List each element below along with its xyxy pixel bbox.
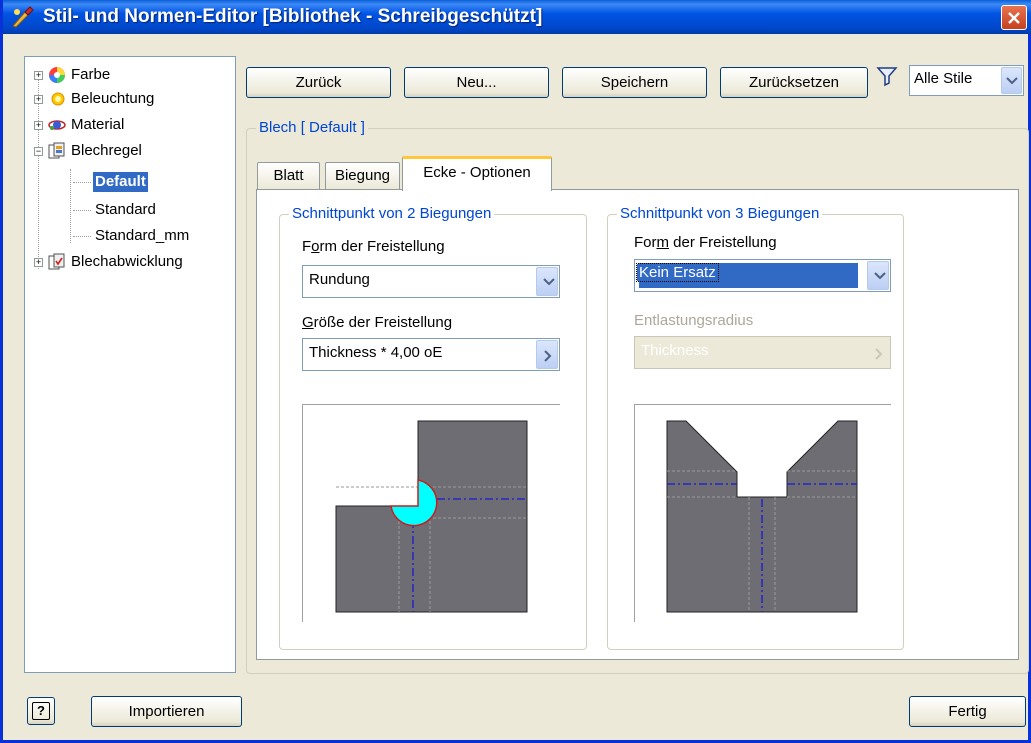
material-icon — [48, 120, 66, 130]
right-radius-value: Thickness — [641, 342, 709, 359]
two-bends-title: Schnittpunkt von 2 Biegungen — [289, 205, 495, 222]
tab-blatt[interactable]: Blatt — [257, 162, 320, 189]
tree-item-default[interactable]: Default — [25, 172, 235, 192]
tree-item-label: Farbe — [71, 66, 111, 83]
tree-item-beleuchtung[interactable]: + Beleuchtung — [25, 89, 235, 109]
right-radius-label: Entlastungsradius — [634, 312, 754, 329]
tab-ecke-optionen[interactable]: Ecke - Optionen — [402, 156, 552, 191]
light-bulb-icon — [51, 92, 65, 106]
expand-icon[interactable]: + — [34, 71, 43, 80]
close-icon — [1008, 12, 1020, 24]
chevron-down-icon — [543, 277, 555, 285]
group-title: Blech [ Default ] — [256, 119, 368, 136]
left-size-input[interactable]: Thickness * 4,00 oE — [302, 338, 560, 371]
dropdown-button[interactable] — [536, 267, 558, 296]
style-filter-value: Alle Stile — [914, 70, 973, 87]
three-bends-title: Schnittpunkt von 3 Biegungen — [617, 205, 823, 222]
two-bend-preview — [302, 404, 560, 622]
left-size-value: Thickness * 4,00 oE — [309, 344, 443, 361]
expand-icon[interactable]: + — [34, 121, 43, 130]
left-shape-select[interactable]: Rundung — [302, 265, 560, 298]
dropdown-button[interactable] — [1001, 67, 1022, 94]
chevron-right-icon — [875, 347, 883, 360]
tree-item-label: Blechregel — [71, 142, 142, 159]
two-bend-relief-diagram — [335, 420, 528, 613]
flat-pattern-icon — [48, 253, 65, 270]
done-button[interactable]: Fertig — [909, 696, 1026, 727]
app-icon — [12, 6, 34, 28]
tree-item-blechabwicklung[interactable]: + Blechabwicklung — [25, 252, 235, 272]
expression-button — [867, 338, 889, 367]
reset-button[interactable]: Zurücksetzen — [720, 67, 868, 98]
tree-item-farbe[interactable]: + Farbe — [25, 65, 235, 85]
import-button[interactable]: Importieren — [91, 696, 242, 727]
three-bend-preview — [634, 404, 891, 622]
expand-icon[interactable]: + — [34, 95, 43, 104]
tree-item-standard[interactable]: Standard — [25, 200, 235, 220]
tree-item-label: Material — [71, 116, 125, 133]
chevron-down-icon — [1006, 76, 1018, 84]
tree-item-label: Blechabwicklung — [71, 253, 183, 270]
dropdown-button[interactable] — [867, 261, 889, 290]
left-shape-value: Rundung — [309, 271, 370, 288]
expression-button[interactable] — [536, 340, 558, 369]
style-editor-window: Stil- und Normen-Editor [Bibliothek - Sc… — [0, 0, 1031, 743]
right-radius-input: Thickness — [634, 336, 891, 369]
tab-biegung[interactable]: Biegung — [325, 162, 400, 189]
color-wheel-icon — [49, 67, 65, 83]
back-button[interactable]: Zurück — [246, 67, 391, 98]
right-shape-value: Kein Ersatz — [636, 263, 719, 282]
help-icon: ? — [32, 702, 50, 720]
chevron-right-icon — [544, 349, 552, 362]
left-shape-label: Form der Freistellung — [302, 238, 445, 255]
save-button[interactable]: Speichern — [562, 67, 707, 98]
new-button[interactable]: Neu... — [404, 67, 549, 98]
title-bar[interactable]: Stil- und Normen-Editor [Bibliothek - Sc… — [3, 0, 1031, 34]
tree-item-label: Standard — [95, 201, 156, 218]
help-button[interactable]: ? — [27, 697, 55, 725]
tree-item-standard-mm[interactable]: Standard_mm — [25, 226, 235, 246]
chevron-down-icon — [874, 271, 886, 279]
window-title: Stil- und Normen-Editor [Bibliothek - Sc… — [43, 6, 543, 27]
style-tree[interactable]: + Farbe + Beleuchtung + Material − Blech… — [24, 56, 236, 673]
three-bend-relief-diagram — [666, 420, 858, 613]
tree-item-material[interactable]: + Material — [25, 115, 235, 135]
left-size-label: Größe der Freistellung — [302, 314, 453, 331]
sheet-rule-icon — [48, 142, 65, 159]
tree-item-label: Standard_mm — [95, 227, 190, 244]
tree-item-label: Default — [93, 172, 148, 192]
style-filter-select[interactable]: Alle Stile — [909, 65, 1024, 96]
tree-item-blechregel[interactable]: − Blechregel — [25, 141, 235, 161]
tree-item-label: Beleuchtung — [71, 90, 155, 107]
filter-icon[interactable] — [876, 65, 898, 87]
expand-icon[interactable]: + — [34, 258, 43, 267]
right-shape-label: Form der Freistellung — [634, 234, 777, 251]
collapse-icon[interactable]: − — [34, 147, 43, 156]
close-button[interactable] — [1001, 5, 1027, 30]
right-shape-value-wrap: Kein Ersatz — [636, 263, 719, 282]
